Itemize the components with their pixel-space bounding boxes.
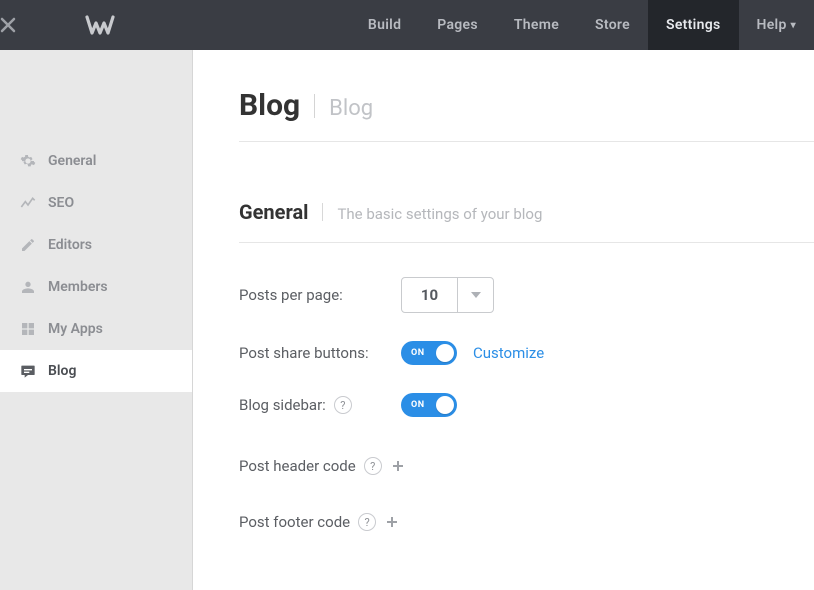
nav-store[interactable]: Store — [577, 0, 648, 50]
sidebar-item-blog[interactable]: Blog — [0, 350, 192, 392]
section-title: General — [239, 200, 308, 224]
setting-label: Post share buttons: — [239, 344, 401, 362]
pencil-icon — [20, 237, 48, 253]
sidebar-item-label: General — [48, 153, 96, 169]
sidebar-item-general[interactable]: General — [0, 140, 192, 182]
trend-icon — [20, 195, 48, 211]
sidebar-item-label: Editors — [48, 237, 92, 253]
setting-blog-sidebar: Blog sidebar: ? ON — [239, 393, 814, 417]
plus-icon — [386, 516, 398, 528]
setting-footer-code: Post footer code ? — [239, 513, 814, 531]
page-subtitle: Blog — [329, 96, 373, 121]
nav-theme[interactable]: Theme — [496, 0, 577, 50]
topbar: Build Pages Theme Store Settings Help▾ — [0, 0, 814, 50]
sidebar-item-myapps[interactable]: My Apps — [0, 308, 192, 350]
gear-icon — [20, 153, 48, 169]
toggle-knob — [436, 396, 454, 414]
divider — [239, 242, 814, 243]
toggle-knob — [436, 344, 454, 362]
posts-per-page-select[interactable]: 10 — [401, 277, 494, 313]
chevron-down-icon[interactable] — [457, 278, 493, 312]
logo[interactable] — [50, 14, 150, 36]
sidebar-item-label: SEO — [48, 195, 74, 211]
sidebar-item-members[interactable]: Members — [0, 266, 192, 308]
setting-posts-per-page: Posts per page: 10 — [239, 277, 814, 313]
help-icon[interactable]: ? — [334, 396, 352, 414]
plus-icon — [392, 460, 404, 472]
nav-help[interactable]: Help▾ — [739, 0, 814, 50]
section-description: The basic settings of your blog — [337, 205, 542, 223]
main-content: Blog Blog General The basic settings of … — [193, 50, 814, 590]
sidebar-item-seo[interactable]: SEO — [0, 182, 192, 224]
divider — [239, 141, 814, 142]
share-buttons-toggle[interactable]: ON — [401, 341, 457, 365]
top-nav: Build Pages Theme Store Settings Help▾ — [350, 0, 814, 50]
add-header-code-button[interactable] — [390, 458, 406, 474]
apps-icon — [20, 321, 48, 337]
nav-pages[interactable]: Pages — [419, 0, 496, 50]
sidebar: General SEO Editors Members My Apps — [0, 50, 193, 590]
add-footer-code-button[interactable] — [384, 514, 400, 530]
setting-share-buttons: Post share buttons: ON Customize — [239, 341, 814, 365]
sidebar-item-editors[interactable]: Editors — [0, 224, 192, 266]
help-icon[interactable]: ? — [364, 457, 382, 475]
weebly-logo-icon — [85, 14, 115, 36]
close-icon — [0, 17, 16, 33]
sidebar-item-label: My Apps — [48, 321, 103, 337]
chevron-down-icon: ▾ — [791, 20, 796, 31]
setting-label: Blog sidebar: ? — [239, 396, 401, 414]
nav-settings[interactable]: Settings — [648, 0, 739, 50]
divider — [314, 94, 315, 118]
page-title: Blog — [239, 88, 300, 123]
blog-sidebar-toggle[interactable]: ON — [401, 393, 457, 417]
setting-label: Post footer code ? — [239, 513, 376, 531]
sidebar-item-label: Members — [48, 279, 108, 295]
divider — [322, 203, 323, 221]
setting-label: Posts per page: — [239, 286, 401, 304]
comment-icon — [20, 363, 48, 379]
setting-header-code: Post header code ? — [239, 457, 814, 475]
toggle-state: ON — [411, 348, 425, 358]
nav-build[interactable]: Build — [350, 0, 419, 50]
help-icon[interactable]: ? — [358, 513, 376, 531]
sidebar-item-label: Blog — [48, 363, 76, 379]
person-icon — [20, 279, 48, 295]
close-button[interactable] — [0, 17, 50, 33]
select-value: 10 — [402, 278, 457, 312]
setting-label: Post header code ? — [239, 457, 382, 475]
toggle-state: ON — [411, 400, 425, 410]
customize-link[interactable]: Customize — [473, 344, 544, 362]
